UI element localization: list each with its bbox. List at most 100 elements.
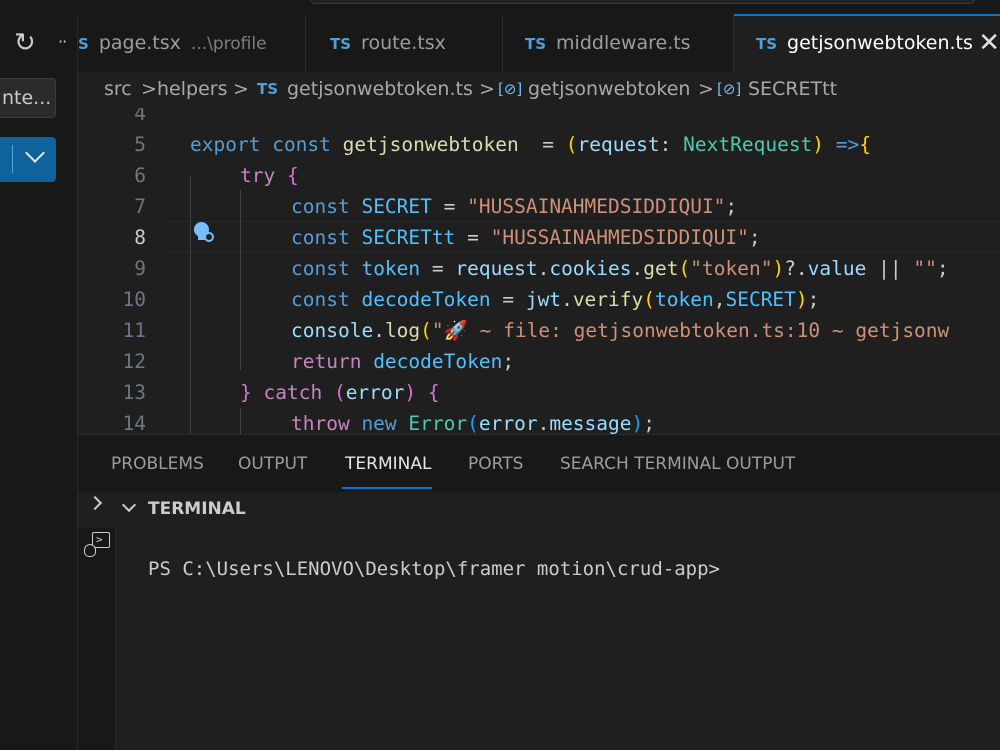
keyword-throw: throw <box>291 412 350 434</box>
method-name: verify <box>572 288 644 311</box>
tab-page-tsx[interactable]: Spage.tsx ...\profile <box>78 14 306 72</box>
typescript-file-icon: TS <box>525 35 547 53</box>
tab-label: page.tsx <box>98 32 181 54</box>
panel-tab-bar: PROBLEMS OUTPUT TERMINAL PORTS SEARCH TE… <box>78 434 1000 492</box>
variable: error <box>345 381 405 404</box>
brace: { <box>275 164 299 187</box>
sidebar-input[interactable]: nte... <box>0 78 56 118</box>
debug-terminal-icon[interactable]: > <box>84 532 112 558</box>
button-divider <box>12 145 13 173</box>
keyword-const: const <box>291 195 350 218</box>
line-number: 5 <box>134 133 146 156</box>
tab-middleware-ts[interactable]: TS middleware.ts <box>503 14 734 72</box>
tab-terminal[interactable]: TERMINAL <box>345 454 431 474</box>
code-line-5: export const getjsonwebtoken = (request:… <box>190 133 871 156</box>
tab-getjsonwebtoken-ts[interactable]: TS getjsonwebtoken.ts ✕ <box>734 14 1000 72</box>
line-number-current: 8 <box>134 226 146 249</box>
breadcrumb-item-src[interactable]: src <box>104 78 132 100</box>
variable-symbol-icon: [⊘] <box>717 80 742 98</box>
code-line-14: throw new Error(error.message); <box>291 412 655 434</box>
line-number: 6 <box>134 164 146 187</box>
tab-output[interactable]: OUTPUT <box>238 454 307 474</box>
semicolon: ; <box>748 226 761 249</box>
terminal-side-bar: > <box>78 528 116 750</box>
tab-ports[interactable]: PORTS <box>468 454 523 474</box>
code-line-10: const decodeToken = jwt.verify(token,SEC… <box>291 288 819 311</box>
brace: { <box>416 381 440 404</box>
sidebar-dropdown-button[interactable] <box>0 137 56 182</box>
method-name: log <box>384 319 421 342</box>
dot: . <box>561 288 573 311</box>
string-literal: "token" <box>690 257 773 280</box>
code-editor[interactable]: 4 5 6 7 8 9 10 11 12 13 14 export const … <box>78 108 1000 434</box>
keyword-new: new <box>349 412 397 434</box>
function-name: getjsonwebtoken <box>342 133 519 156</box>
breadcrumb-separator: > <box>479 78 495 100</box>
sidebar: ↻ ·· nte... <box>0 14 78 750</box>
semicolon: ; <box>936 257 949 280</box>
keyword-catch: catch <box>251 381 323 404</box>
paren: ) <box>795 288 808 311</box>
tab-problems[interactable]: PROBLEMS <box>111 454 204 474</box>
chevron-down-icon[interactable] <box>121 497 137 513</box>
terminal-output[interactable]: PS C:\Users\LENOVO\Desktop\framer motion… <box>116 528 1000 750</box>
tab-search-terminal-output[interactable]: SEARCH TERMINAL OUTPUT <box>560 454 795 474</box>
terminal-header: TERMINAL <box>78 492 1000 528</box>
constant-name: decodeToken <box>361 288 491 311</box>
semicolon: ; <box>502 350 515 373</box>
breadcrumb-separator: > <box>698 78 714 100</box>
breadcrumb: src > helpers > TS getjsonwebtoken.ts > … <box>78 72 1000 108</box>
dot: . <box>537 257 550 280</box>
line-number: 4 <box>134 108 146 125</box>
operator: = <box>455 226 491 249</box>
breadcrumb-item-helpers[interactable]: helpers <box>157 78 227 100</box>
refresh-icon[interactable]: ↻ <box>14 30 36 56</box>
active-tab-indicator <box>342 487 432 489</box>
keyword-export: export <box>190 133 261 156</box>
more-actions-icon[interactable]: ·· <box>58 32 67 51</box>
line-number: 14 <box>122 412 146 434</box>
breadcrumb-item-function[interactable]: getjsonwebtoken <box>528 78 690 100</box>
prompt-glyph: > <box>96 533 103 546</box>
arrow: => <box>824 133 860 156</box>
property: value <box>807 257 867 280</box>
argument: SECRET <box>725 288 796 311</box>
code-line-11: console.log("🚀 ~ file: getjsonwebtoken.t… <box>291 319 949 342</box>
string-literal: "" <box>913 257 937 280</box>
paren: ) <box>772 257 785 280</box>
variable: error <box>478 412 538 434</box>
close-icon[interactable]: ✕ <box>978 16 1000 70</box>
command-center[interactable] <box>310 0 975 4</box>
line-number: 9 <box>134 257 146 280</box>
breadcrumb-separator: > <box>233 78 249 100</box>
operator: = <box>490 288 526 311</box>
method-name: get <box>643 257 679 280</box>
breadcrumb-item-variable[interactable]: SECRETtt <box>748 78 837 100</box>
typescript-file-icon: TS <box>756 35 778 53</box>
brace: } <box>240 381 252 404</box>
indent-guide <box>240 408 241 434</box>
chevron-right-icon[interactable] <box>87 495 103 511</box>
code-line-9: const token = request.cookies.get("token… <box>291 257 949 280</box>
tab-label: route.tsx <box>361 32 446 54</box>
semicolon: ; <box>725 195 738 218</box>
paren: ( <box>420 319 432 342</box>
class-name: Error <box>396 412 468 434</box>
property: message <box>549 412 632 434</box>
title-bar <box>0 0 1000 14</box>
lightbulb-icon[interactable] <box>194 222 214 244</box>
breadcrumb-item-file[interactable]: getjsonwebtoken.ts <box>287 78 473 100</box>
argument: token <box>655 288 714 311</box>
string-literal: "HUSSAINAHMEDSIDDIQUI" <box>490 226 749 249</box>
optional-chain: ?. <box>784 257 808 280</box>
code-line-6: try { <box>240 164 299 187</box>
paren: ) <box>404 381 417 404</box>
operator: = <box>431 195 468 218</box>
param-name: request <box>577 133 660 156</box>
paren: ) <box>631 412 644 434</box>
paren: ( <box>565 133 578 156</box>
operator: || <box>866 257 914 280</box>
string-literal: "HUSSAINAHMEDSIDDIQUI" <box>467 195 726 218</box>
keyword-try: try <box>240 164 276 187</box>
tab-route-tsx[interactable]: TS route.tsx <box>306 14 503 72</box>
